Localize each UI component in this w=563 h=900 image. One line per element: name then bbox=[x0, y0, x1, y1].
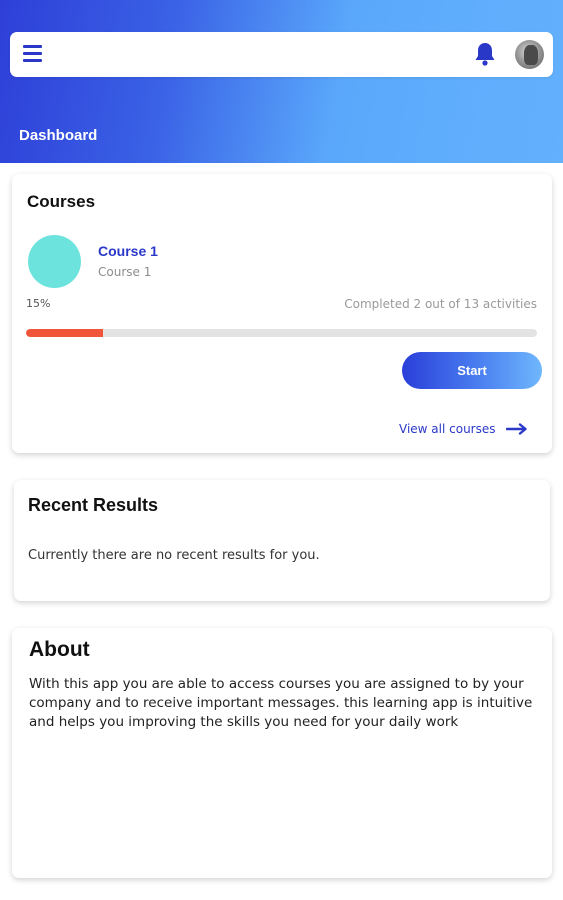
progress-status: Completed 2 out of 13 activities bbox=[344, 297, 537, 311]
course-name-link[interactable]: Course 1 bbox=[98, 243, 158, 259]
progress-bar-fill bbox=[26, 329, 103, 337]
progress-percent: 15% bbox=[26, 297, 51, 310]
about-card: About With this app you are able to acce… bbox=[12, 628, 552, 878]
top-app-bar bbox=[10, 32, 553, 77]
course-thumbnail[interactable] bbox=[28, 235, 81, 288]
recent-results-title: Recent Results bbox=[28, 495, 159, 515]
page-title: Dashboard bbox=[19, 127, 98, 144]
view-all-courses-label: View all courses bbox=[399, 422, 496, 436]
progress-bar bbox=[26, 329, 537, 337]
about-body-text: With this app you are able to access cou… bbox=[29, 676, 533, 730]
start-button[interactable]: Start bbox=[402, 352, 542, 389]
about-title: About bbox=[29, 638, 90, 661]
recent-results-empty-text: Currently there are no recent results fo… bbox=[28, 548, 320, 563]
user-avatar[interactable] bbox=[515, 40, 544, 69]
courses-title: Courses bbox=[27, 192, 96, 211]
dashboard-header: Dashboard bbox=[0, 0, 563, 163]
bell-icon[interactable] bbox=[473, 41, 497, 67]
view-all-courses-link[interactable]: View all courses bbox=[399, 422, 528, 436]
recent-results-card: Recent Results Currently there are no re… bbox=[14, 480, 550, 601]
course-subtitle: Course 1 bbox=[98, 265, 152, 279]
courses-card: Courses Course 1 Course 1 15% Completed … bbox=[12, 174, 552, 453]
arrow-right-icon bbox=[505, 423, 527, 435]
hamburger-menu-icon[interactable] bbox=[23, 45, 42, 63]
